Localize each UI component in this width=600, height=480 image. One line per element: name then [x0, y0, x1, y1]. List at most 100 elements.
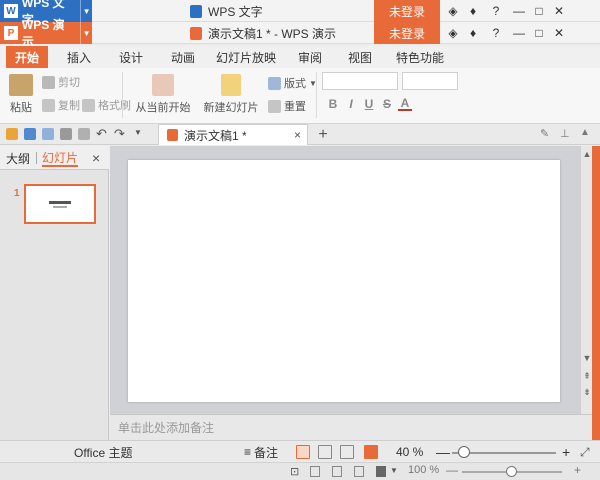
- layout-button[interactable]: 版式 ▼: [268, 75, 317, 91]
- page-view-icon[interactable]: [310, 466, 320, 477]
- notes-toggle-button[interactable]: ≡ 备注: [244, 441, 278, 463]
- tab-view[interactable]: 视图: [340, 46, 380, 68]
- cut-button[interactable]: 剪切: [42, 74, 80, 90]
- tab-slides[interactable]: 幻灯片: [42, 149, 79, 167]
- slide-thumbnail[interactable]: [24, 184, 96, 224]
- skin-icon[interactable]: ◈: [443, 22, 463, 44]
- close-button[interactable]: ✕: [549, 22, 569, 44]
- format-painter-button[interactable]: 格式刷: [82, 97, 131, 113]
- tab-slideshow[interactable]: 幻灯片放映: [214, 46, 278, 68]
- undo-icon[interactable]: ↶: [96, 126, 107, 142]
- new-slide-button[interactable]: 新建幻灯片: [200, 74, 262, 115]
- strikethrough-button[interactable]: S: [380, 97, 394, 111]
- layout-icon: [268, 76, 281, 90]
- vertical-scrollbar[interactable]: ▲ ▼ ⇞ ⇟: [580, 146, 592, 414]
- normal-view-button[interactable]: [296, 445, 310, 459]
- chevron-down-icon[interactable]: ▼: [390, 466, 398, 475]
- paste-label: 粘贴: [10, 102, 32, 114]
- font-size-select[interactable]: [402, 72, 458, 90]
- zoom-level-secondary: 100 %: [408, 464, 440, 476]
- new-slide-icon: [221, 74, 241, 96]
- redo-icon[interactable]: ↷: [114, 126, 125, 142]
- chevron-down-icon[interactable]: ▼: [134, 128, 142, 137]
- notes-toggle-label: 备注: [254, 445, 279, 460]
- tab-separator: [36, 152, 37, 164]
- tab-review[interactable]: 审阅: [290, 46, 330, 68]
- side-task-pane-toggle[interactable]: [592, 146, 600, 440]
- reset-label: 重置: [284, 101, 306, 113]
- paste-button[interactable]: 粘贴: [6, 74, 36, 115]
- thumbnail-subtitle-line: [53, 205, 67, 208]
- font-name-select[interactable]: [322, 72, 398, 90]
- shirt-icon[interactable]: ♦: [463, 0, 483, 22]
- close-icon[interactable]: ×: [92, 150, 100, 166]
- ribbon-divider: [316, 72, 317, 118]
- minimize-button[interactable]: —: [509, 0, 529, 22]
- paste-icon: [9, 74, 33, 96]
- slide-number: 1: [14, 188, 20, 199]
- maximize-button[interactable]: □: [529, 22, 549, 44]
- fit-page-icon[interactable]: ⊡: [290, 465, 299, 478]
- scissors-icon: [42, 75, 55, 89]
- tab-special[interactable]: 特色功能: [390, 46, 450, 68]
- presentation-logo-icon: P: [4, 26, 18, 40]
- shirt-icon[interactable]: ♦: [463, 22, 483, 44]
- notes-pane[interactable]: 单击此处添加备注: [110, 414, 592, 440]
- open-icon[interactable]: [6, 128, 18, 140]
- zoom-in-button-secondary[interactable]: +: [574, 463, 581, 477]
- underline-button[interactable]: U: [362, 97, 376, 111]
- chevron-down-icon[interactable]: ▼: [80, 0, 92, 22]
- tab-home[interactable]: 开始: [6, 46, 48, 68]
- italic-button[interactable]: I: [344, 97, 358, 111]
- login-button[interactable]: 未登录: [374, 0, 440, 22]
- minimize-button[interactable]: —: [509, 22, 529, 44]
- zoom-slider-thumb-secondary[interactable]: [506, 466, 517, 477]
- zoom-slider-thumb[interactable]: [458, 446, 471, 458]
- login-button[interactable]: 未登录: [374, 22, 440, 44]
- preview-icon[interactable]: [78, 128, 90, 140]
- window-title-writer: WPS 文字: [190, 0, 370, 22]
- thumbnail-title-line: [49, 200, 71, 204]
- reading-view-button[interactable]: [340, 445, 354, 459]
- fit-window-icon[interactable]: ⤢: [580, 445, 590, 460]
- save-icon[interactable]: [24, 128, 36, 140]
- skin-icon[interactable]: ◈: [443, 0, 463, 22]
- copy-button[interactable]: 复制: [42, 97, 80, 113]
- reset-button[interactable]: 重置: [268, 98, 306, 114]
- tab-insert[interactable]: 插入: [58, 46, 100, 68]
- from-current-button[interactable]: 从当前开始: [132, 74, 194, 115]
- new-tab-button[interactable]: +: [316, 124, 330, 145]
- close-button[interactable]: ✕: [549, 0, 569, 22]
- zoom-out-button-secondary[interactable]: —: [446, 463, 458, 477]
- tab-outline[interactable]: 大纲: [6, 149, 30, 167]
- tab-animation[interactable]: 动画: [162, 46, 204, 68]
- maximize-button[interactable]: □: [529, 0, 549, 22]
- print-icon[interactable]: [60, 128, 72, 140]
- brush-icon[interactable]: ✎: [540, 127, 549, 140]
- font-color-button[interactable]: A: [398, 96, 412, 111]
- zoom-out-button[interactable]: —: [436, 441, 450, 463]
- bold-button[interactable]: B: [326, 97, 340, 111]
- pin-icon[interactable]: ⊥: [560, 127, 570, 140]
- reading-mode-icon[interactable]: [376, 466, 386, 477]
- new-slide-label: 新建幻灯片: [203, 102, 259, 114]
- zoom-in-button[interactable]: +: [562, 441, 570, 463]
- chevron-down-icon[interactable]: ▼: [80, 22, 92, 44]
- outline-view-icon[interactable]: [354, 466, 364, 477]
- app-menu-presentation[interactable]: P WPS 演示 ▼: [0, 18, 92, 49]
- theme-label: Office 主题: [74, 445, 133, 460]
- export-icon[interactable]: [42, 128, 54, 140]
- help-icon[interactable]: ?: [483, 0, 509, 22]
- slide-sorter-view-button[interactable]: [318, 445, 332, 459]
- slide-canvas[interactable]: [128, 160, 560, 402]
- window-title-presentation: 演示文稿1 * - WPS 演示: [190, 22, 370, 44]
- web-view-icon[interactable]: [332, 466, 342, 477]
- writer-logo-icon: W: [4, 4, 18, 18]
- document-tab[interactable]: 演示文稿1 * ×: [158, 124, 308, 145]
- slideshow-view-button[interactable]: [364, 445, 378, 459]
- close-icon[interactable]: ×: [294, 128, 301, 142]
- tab-design[interactable]: 设计: [110, 46, 152, 68]
- chevron-up-icon[interactable]: ▲: [580, 127, 590, 138]
- reset-icon: [268, 99, 281, 113]
- help-icon[interactable]: ?: [483, 22, 509, 44]
